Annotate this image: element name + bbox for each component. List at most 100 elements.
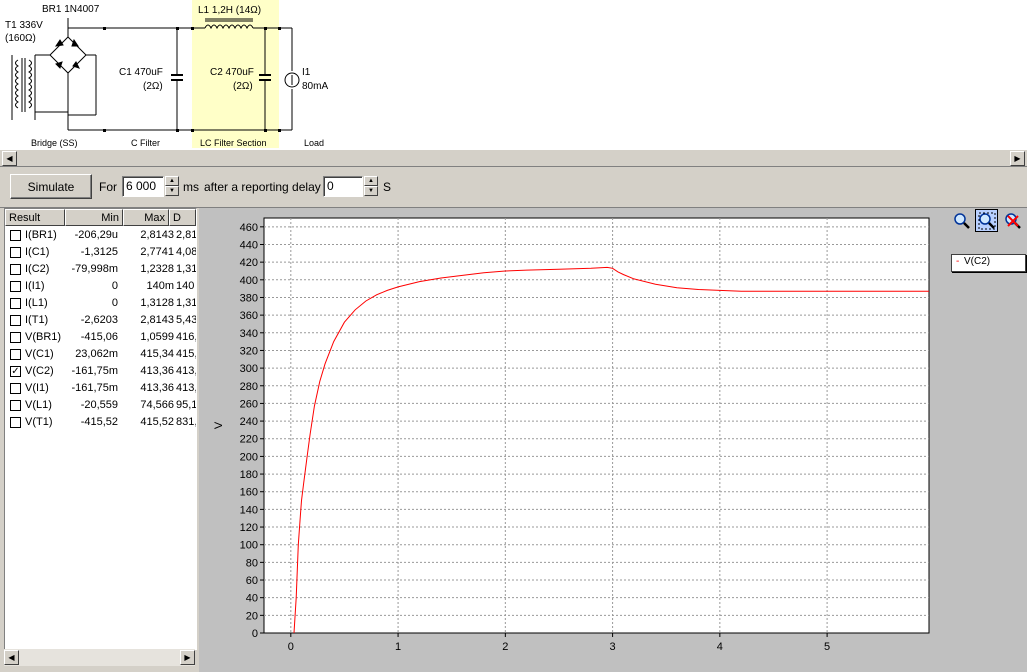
result-d: 5,434 [176,314,196,326]
y-tick-label: 200 [240,451,258,463]
y-tick-label: 380 [240,292,258,304]
delay-up-button[interactable]: ▲ [364,176,378,186]
y-tick-label: 80 [246,557,258,569]
results-scroll-right-button[interactable]: ▶ [180,650,195,665]
br1-label: BR1 1N4007 [42,4,100,15]
y-tick-label: 140 [240,504,258,516]
y-tick-label: 0 [252,628,258,640]
result-row[interactable]: I(C2) -79,998m 1,23281,312 [5,261,196,278]
y-tick-label: 320 [240,345,258,357]
result-name: I(L1) [25,297,48,309]
y-tick-label: 340 [240,328,258,340]
delay-input[interactable]: 0 [323,176,363,197]
result-row[interactable]: V(T1) -415,52 415,52831,0 [5,414,196,431]
y-tick-label: 440 [240,239,258,251]
result-max: 415,52 [140,416,174,428]
simulation-toolbar: Simulate For 6 000 ▲ ▼ ms after a report… [0,166,1027,208]
result-max: 415,34 [140,348,174,360]
result-d: 95,12 [176,399,196,411]
result-checkbox[interactable]: ✓ [10,366,21,377]
x-tick-label: 3 [610,641,616,653]
x-tick-label: 4 [717,641,723,653]
result-min: -161,75m [71,365,118,377]
zoom-reset-button[interactable] [1001,209,1024,232]
result-min: -2,6203 [80,314,118,326]
y-tick-label: 160 [240,487,258,499]
y-tick-label: 20 [246,610,258,622]
scroll-right-button[interactable]: ▶ [1010,151,1025,166]
result-row[interactable]: I(L1) 0 1,31281,312 [5,295,196,312]
result-name: V(T1) [25,416,53,428]
voltage-chart[interactable]: 0204060801001201401601802002202402602803… [199,208,1027,672]
result-max: 2,8143 [140,314,174,326]
chart-legend[interactable]: - V(C2) [951,254,1026,272]
result-column-header[interactable]: Result [5,209,65,226]
y-tick-label: 60 [246,575,258,587]
result-d: 416,1 [176,331,196,343]
result-max: 74,566 [140,399,174,411]
c1-resistance-label: (2Ω) [143,81,163,92]
i1-value-label: 80mA [302,81,329,92]
results-hscrollbar[interactable]: ◀ ▶ [4,649,195,666]
delay-down-button[interactable]: ▼ [364,186,378,196]
result-checkbox[interactable] [10,332,21,343]
results-scroll-left-button[interactable]: ◀ [4,650,19,665]
result-name: I(C2) [25,263,50,275]
for-label: For [99,180,117,194]
result-row[interactable]: I(BR1) -206,29u 2,81432,814 [5,227,196,244]
y-tick-label: 100 [240,540,258,552]
y-tick-label: 260 [240,398,258,410]
section-cfilter-label: C Filter [131,138,160,148]
result-row[interactable]: V(C1) 23,062m 415,34415,3 [5,346,196,363]
result-checkbox[interactable] [10,230,21,241]
result-min: 0 [111,297,118,309]
result-checkbox[interactable] [10,315,21,326]
result-max: 1,2328 [140,263,174,275]
result-row[interactable]: I(I1) 0 140m 140 [5,278,196,295]
y-tick-label: 400 [240,275,258,287]
y-tick-label: 280 [240,381,258,393]
result-checkbox[interactable] [10,349,21,360]
result-d: 1,312 [176,263,196,275]
zoom-reset-icon [1004,212,1021,229]
result-row[interactable]: V(L1) -20,559 74,56695,12 [5,397,196,414]
duration-input[interactable]: 6 000 [122,176,164,197]
y-tick-label: 420 [240,257,258,269]
result-row[interactable]: I(C1) -1,3125 2,77414,086 [5,244,196,261]
c1-capacitor-symbol[interactable] [171,28,183,130]
result-row[interactable]: V(I1) -161,75m 413,36413,5 [5,380,196,397]
result-row[interactable]: I(T1) -2,6203 2,81435,434 [5,312,196,329]
duration-down-button[interactable]: ▼ [165,186,179,196]
zoom-fit-button[interactable] [975,209,998,232]
result-min: -415,06 [80,331,118,343]
result-min: -206,29u [74,229,118,241]
result-checkbox[interactable] [10,298,21,309]
result-checkbox[interactable] [10,247,21,258]
y-tick-label: 180 [240,469,258,481]
result-checkbox[interactable] [10,281,21,292]
max-column-header[interactable]: Max [123,209,169,226]
y-tick-label: 300 [240,363,258,375]
result-row[interactable]: ✓ V(C2) -161,75m 413,36413,5 [5,363,196,380]
t1-resistance-label: (160Ω) [5,33,36,44]
schematic-canvas[interactable]: BR1 1N4007 T1 336V (160Ω) L1 1,2H (14Ω) … [0,0,1027,150]
result-checkbox[interactable] [10,383,21,394]
y-axis-label: V [213,421,225,429]
results-list[interactable]: Result Min Max D I(BR1) -206,29u 2,8143 2,8… [4,208,197,650]
result-checkbox[interactable] [10,417,21,428]
simulate-button[interactable]: Simulate [10,174,92,199]
scroll-left-button[interactable]: ◀ [2,151,17,166]
result-min: -415,52 [80,416,118,428]
i1-current-source-symbol[interactable] [284,28,300,130]
result-checkbox[interactable] [10,400,21,411]
schematic-hscrollbar[interactable]: ◀ ▶ [0,149,1027,167]
min-column-header[interactable]: Min [65,209,123,226]
duration-up-button[interactable]: ▲ [165,176,179,186]
y-tick-label: 120 [240,522,258,534]
result-checkbox[interactable] [10,264,21,275]
d-column-header[interactable]: D [169,209,196,226]
result-max: 1,3128 [140,297,174,309]
result-row[interactable]: V(BR1) -415,06 1,0599416,1 [5,329,196,346]
zoom-in-button[interactable] [950,209,973,232]
result-name: V(L1) [25,399,52,411]
